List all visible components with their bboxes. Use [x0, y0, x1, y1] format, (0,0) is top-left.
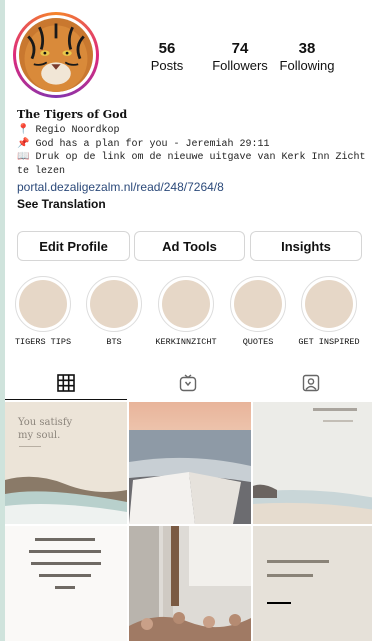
bio-line-link-info-cont: te lezen [17, 165, 66, 177]
tab-igtv[interactable] [127, 366, 249, 400]
highlight-cover [90, 280, 138, 328]
highlight-get-inspired[interactable]: GET INSPIRED [298, 276, 360, 347]
grid-post[interactable] [5, 526, 127, 641]
tagged-icon [302, 374, 320, 392]
post-image [253, 526, 372, 641]
highlight-label: KERKINNZICHT [155, 337, 217, 347]
highlight-cover [19, 280, 67, 328]
bio-line-link-info: 📖 Druk op de link om de nieuwe uitgave v… [17, 152, 366, 163]
highlight-cover [162, 280, 210, 328]
posts-label: Posts [150, 58, 184, 73]
grid-icon [57, 374, 75, 392]
highlight-label: QUOTES [242, 337, 274, 347]
stat-posts[interactable]: 56 Posts [127, 40, 207, 73]
see-translation-link[interactable]: See Translation [17, 197, 367, 211]
highlight-label: GET INSPIRED [298, 337, 360, 347]
tab-tagged[interactable] [250, 366, 372, 400]
igtv-icon [179, 374, 197, 392]
bio-line-plan: 📌 God has a plan for you - Jeremiah 29:1… [17, 138, 270, 150]
profile-screen: 56 Posts 74 Followers 38 Following The T… [5, 0, 372, 641]
active-tab-indicator [5, 399, 127, 400]
highlight-bts[interactable]: BTS [83, 276, 145, 347]
insights-button[interactable]: Insights [250, 231, 362, 261]
profile-name: The Tigers of God [17, 108, 128, 121]
following-count: 38 [298, 40, 316, 57]
highlight-label: BTS [106, 337, 122, 347]
ad-tools-button[interactable]: Ad Tools [134, 231, 245, 261]
tab-grid[interactable] [5, 366, 127, 400]
highlight-cover [234, 280, 282, 328]
post-image [129, 526, 251, 641]
post-image [5, 526, 127, 641]
following-label: Following [279, 58, 335, 73]
highlight-kerkinnzicht[interactable]: KERKINNZICHT [155, 276, 217, 347]
grid-post[interactable] [253, 402, 372, 524]
highlight-tigers-tips[interactable]: TIGERS TIPS [12, 276, 74, 347]
grid-post[interactable] [129, 526, 251, 641]
post-image [253, 402, 372, 524]
profile-bio: The Tigers of God 📍 Regio Noordkop 📌 God… [17, 108, 367, 211]
edit-profile-button[interactable]: Edit Profile [17, 231, 130, 261]
grid-post[interactable] [253, 526, 372, 641]
post-image [129, 402, 251, 524]
grid-post[interactable] [129, 402, 251, 524]
posts-count: 56 [158, 40, 176, 57]
post-quote-text: You satisfy my soul. [18, 417, 73, 441]
profile-avatar[interactable] [13, 12, 99, 98]
tiger-avatar-image [19, 18, 93, 92]
grid-post[interactable]: You satisfy my soul. [5, 402, 127, 524]
highlight-cover [305, 280, 353, 328]
bio-link[interactable]: portal.dezaligezalm.nl/read/248/7264/8 [17, 180, 367, 194]
stat-following[interactable]: 38 Following [267, 40, 347, 73]
highlight-quotes[interactable]: QUOTES [227, 276, 289, 347]
bio-line-location: 📍 Regio Noordkop [17, 125, 120, 136]
